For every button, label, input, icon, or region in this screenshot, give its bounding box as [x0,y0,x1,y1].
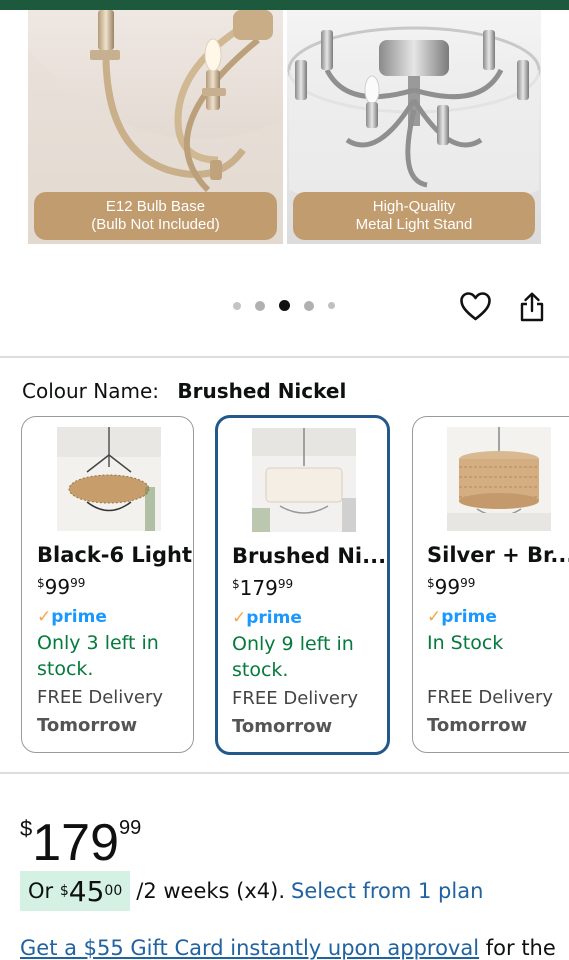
image-caption: E12 Bulb Base (Bulb Not Included) [34,192,277,240]
caption-line-1: E12 Bulb Base [105,198,206,215]
installment-amount-badge: Or $45 00 [20,871,131,911]
variant-thumbnail [252,428,356,532]
stock-status: Only 9 left in stock. [232,633,354,681]
heart-icon [460,292,491,321]
variant-price: $9999 [427,575,476,599]
delivery-day: Tomorrow [37,715,138,736]
variant-card-black-6-light[interactable]: Black-6 Light $9999 ✓prime Only 3 left i… [21,416,194,753]
variant-title: Black-6 Light [37,543,193,567]
price-whole: 179 [32,814,120,872]
variant-thumbnail [447,427,551,531]
product-price: $17999 [20,798,141,873]
select-plan-link[interactable]: Select from 1 plan [291,879,483,903]
colour-value: Brushed Nickel [177,379,347,403]
caption-line-2: Metal Light Stand [355,216,473,233]
top-status-strip [0,0,569,10]
carousel-dot[interactable] [255,300,265,311]
gift-card-suffix: for the [485,936,556,960]
section-divider [0,356,569,358]
prime-badge: ✓prime [427,607,497,627]
installment-period: /2 weeks (x4). [136,879,286,903]
variant-thumbnail [57,427,161,531]
variant-card-brushed-nickel[interactable]: Brushed Ni... $17999 ✓prime Only 9 left … [215,415,390,755]
delivery-text: FREE Delivery [37,687,164,708]
carousel-dot[interactable] [304,300,314,311]
variant-price: $9999 [37,575,86,599]
variant-title: Brushed Ni... [232,544,387,568]
delivery-day: Tomorrow [232,716,333,737]
installment-plan-row: Or $45 00 /2 weeks (x4). Select from 1 pl… [20,871,483,911]
prime-check-icon: ✓ [427,607,442,627]
price-currency: $ [20,816,33,841]
prime-check-icon: ✓ [232,608,247,628]
delivery-day: Tomorrow [427,715,528,736]
variant-title: Silver + Br... [427,543,569,567]
colour-label: Colour Name: [22,379,159,403]
variant-card-silver-brass[interactable]: Silver + Br... $9999 ✓prime In Stock FRE… [412,416,569,753]
gift-card-link[interactable]: Get a $55 Gift Card instantly upon appro… [20,936,479,960]
stock-status: In Stock [427,632,504,654]
carousel-dot[interactable] [328,302,335,309]
prime-badge: ✓prime [37,607,107,627]
price-cents: 99 [119,817,142,839]
add-to-list-button[interactable] [460,292,491,321]
prime-check-icon: ✓ [37,607,52,627]
carousel-dot-active[interactable] [279,300,290,311]
colour-name-row: Colour Name: Brushed Nickel [22,378,346,404]
variant-price: $17999 [232,576,294,600]
share-icon [520,292,544,322]
stock-status: Only 3 left in stock. [37,632,159,680]
section-divider [0,772,569,774]
product-image-metal-stand[interactable]: High-Quality Metal Light Stand [287,10,541,244]
gift-card-promo: Get a $55 Gift Card instantly upon appro… [20,933,556,960]
carousel-dot[interactable] [233,301,241,310]
caption-line-2: (Bulb Not Included) [91,216,220,233]
caption-line-1: High-Quality [372,198,456,215]
delivery-text: FREE Delivery [232,688,359,709]
image-carousel-dots[interactable] [233,300,335,311]
image-caption: High-Quality Metal Light Stand [293,192,535,240]
delivery-text: FREE Delivery [427,687,554,708]
product-image-bulb-base[interactable]: E12 Bulb Base (Bulb Not Included) [28,10,283,244]
prime-badge: ✓prime [232,608,302,628]
share-button[interactable] [519,292,545,322]
